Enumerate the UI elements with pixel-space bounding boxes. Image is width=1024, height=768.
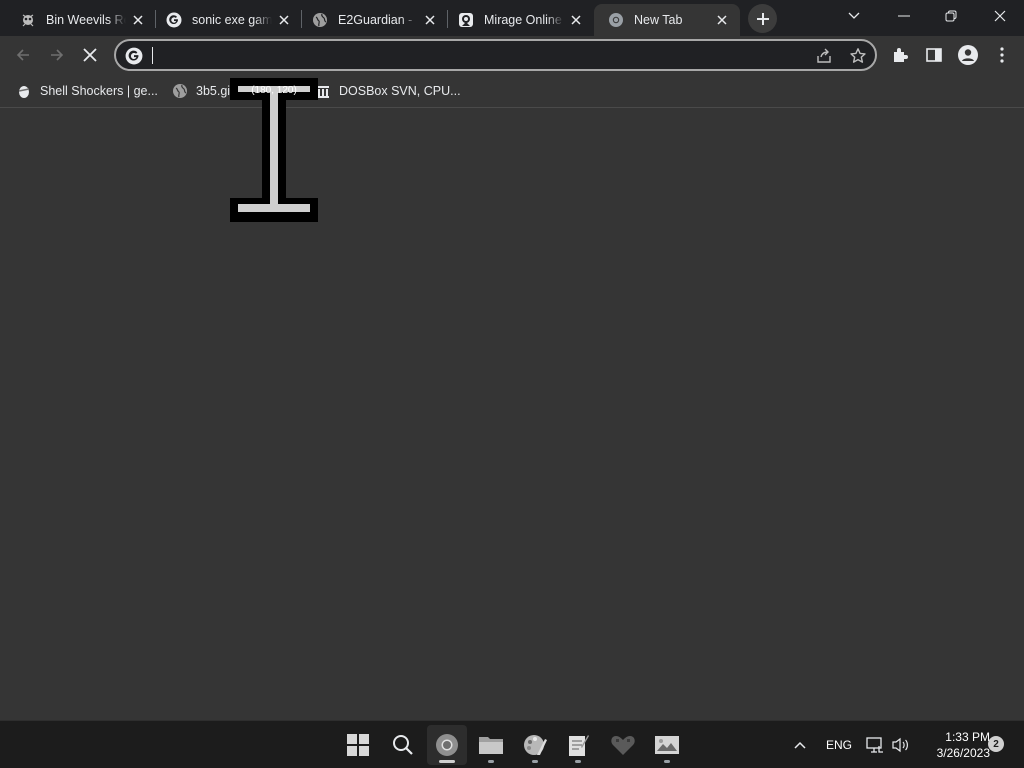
tab-title: New Tab bbox=[634, 13, 683, 27]
bookmark-star-icon[interactable] bbox=[849, 47, 867, 65]
tab-e2guardian[interactable]: E2Guardian - bbox=[298, 4, 448, 36]
profile-icon bbox=[958, 45, 978, 65]
running-indicator bbox=[575, 760, 581, 763]
google-icon bbox=[125, 47, 143, 65]
taskbar-notepad[interactable] bbox=[558, 725, 598, 765]
egg-icon bbox=[16, 83, 32, 99]
google-icon bbox=[166, 12, 182, 28]
clock-date: 3/26/2023 bbox=[936, 746, 990, 760]
tab-search-button[interactable] bbox=[831, 0, 877, 32]
tab-sonic-exe[interactable]: sonic exe gam bbox=[152, 4, 302, 36]
running-indicator bbox=[532, 760, 538, 763]
bin-weevils-icon bbox=[20, 12, 36, 28]
photos-icon bbox=[655, 736, 679, 754]
search-button[interactable] bbox=[383, 725, 423, 765]
bookmark-dosbox[interactable]: DOSBox SVN, CPU... bbox=[311, 80, 465, 102]
network-button[interactable] bbox=[864, 721, 886, 768]
volume-button[interactable] bbox=[890, 721, 912, 768]
language-label: ENG bbox=[825, 738, 852, 752]
plus-icon bbox=[756, 12, 769, 25]
taskbar-heart-app[interactable] bbox=[603, 725, 643, 765]
running-indicator bbox=[439, 760, 455, 763]
tab-mirage-online[interactable]: Mirage Online bbox=[444, 4, 594, 36]
address-input[interactable] bbox=[150, 45, 790, 65]
clock[interactable]: 1:33 PM 3/26/2023 bbox=[918, 729, 990, 761]
tab-title: E2Guardian - bbox=[338, 13, 413, 27]
tray-overflow-button[interactable] bbox=[788, 721, 812, 768]
cursor-coordinate-label: (180, 120) bbox=[251, 84, 297, 96]
paint-icon bbox=[524, 735, 547, 755]
chrome-icon bbox=[436, 734, 458, 756]
file-explorer-icon bbox=[479, 737, 503, 754]
address-bar[interactable] bbox=[114, 39, 877, 71]
running-indicator bbox=[488, 760, 494, 763]
taskbar-file-explorer[interactable] bbox=[471, 725, 511, 765]
tab-new-tab[interactable]: New Tab bbox=[594, 4, 740, 36]
clock-time: 1:33 PM bbox=[945, 730, 990, 744]
bookmark-label: 3b5.gi bbox=[196, 84, 231, 98]
chevron-down-icon bbox=[848, 12, 860, 19]
globe-icon bbox=[172, 83, 188, 99]
stop-icon bbox=[83, 48, 97, 62]
network-icon bbox=[866, 737, 883, 753]
arrow-right-icon bbox=[51, 49, 64, 61]
minimize-button[interactable] bbox=[881, 0, 927, 32]
side-panel-button[interactable] bbox=[918, 39, 950, 71]
globe-icon bbox=[312, 12, 328, 28]
tab-title: Bin Weevils Re bbox=[46, 13, 126, 27]
taskbar-photos[interactable] bbox=[647, 725, 687, 765]
stop-loading-button[interactable] bbox=[74, 39, 106, 71]
close-icon[interactable] bbox=[130, 12, 146, 28]
close-icon[interactable] bbox=[422, 12, 438, 28]
taskbar-paint[interactable] bbox=[515, 725, 555, 765]
tab-title: Mirage Online bbox=[484, 13, 562, 27]
text-caret bbox=[152, 47, 153, 64]
text-cursor-icon bbox=[230, 78, 318, 222]
side-panel-icon bbox=[926, 48, 942, 62]
tab-bin-weevils[interactable]: Bin Weevils Re bbox=[6, 4, 156, 36]
arrow-left-icon bbox=[16, 49, 29, 61]
chrome-icon bbox=[608, 12, 624, 28]
mirage-icon bbox=[458, 12, 474, 28]
puzzle-icon bbox=[894, 48, 908, 62]
close-icon[interactable] bbox=[276, 12, 292, 28]
close-window-button[interactable] bbox=[977, 0, 1023, 32]
taskbar-chrome[interactable] bbox=[427, 725, 467, 765]
notification-badge[interactable]: 2 bbox=[988, 736, 1004, 752]
start-button[interactable] bbox=[338, 725, 378, 765]
page-content[interactable] bbox=[0, 108, 1024, 720]
forward-button[interactable] bbox=[41, 39, 73, 71]
kebab-menu-icon bbox=[1000, 47, 1004, 63]
search-icon bbox=[393, 735, 413, 755]
tab-strip: Bin Weevils Re sonic exe gam E2Guardian … bbox=[0, 0, 1024, 36]
taskbar: ENG 1:33 PM 3/26/2023 bbox=[0, 720, 1024, 768]
running-indicator bbox=[664, 760, 670, 763]
tab-title: sonic exe gam bbox=[192, 13, 272, 27]
language-indicator[interactable]: ENG bbox=[820, 721, 858, 768]
bookmark-shell-shockers[interactable]: Shell Shockers | ge... bbox=[12, 80, 162, 102]
bookmarks-bar: Shell Shockers | ge... 3b5.gi DOSBox SVN… bbox=[0, 74, 1024, 108]
profile-button[interactable] bbox=[952, 39, 984, 71]
start-icon bbox=[347, 734, 369, 756]
close-icon bbox=[994, 10, 1006, 22]
share-icon[interactable] bbox=[815, 47, 833, 65]
extensions-button[interactable] bbox=[884, 39, 916, 71]
bookmark-label: DOSBox SVN, CPU... bbox=[339, 84, 461, 98]
notepad-icon bbox=[569, 735, 589, 756]
bookmark-label: Shell Shockers | ge... bbox=[40, 84, 158, 98]
back-button[interactable] bbox=[7, 39, 39, 71]
volume-icon bbox=[892, 737, 908, 753]
menu-button[interactable] bbox=[986, 39, 1018, 71]
restore-icon bbox=[945, 10, 957, 22]
close-icon[interactable] bbox=[568, 12, 584, 28]
restore-button[interactable] bbox=[928, 0, 974, 32]
chevron-up-icon bbox=[794, 741, 806, 749]
close-icon[interactable] bbox=[714, 12, 730, 28]
toolbar bbox=[0, 36, 1024, 74]
heart-icon bbox=[611, 736, 635, 755]
minimize-icon bbox=[898, 15, 910, 17]
new-tab-button[interactable] bbox=[748, 4, 777, 33]
bookmark-3b5[interactable]: 3b5.gi bbox=[168, 80, 234, 102]
